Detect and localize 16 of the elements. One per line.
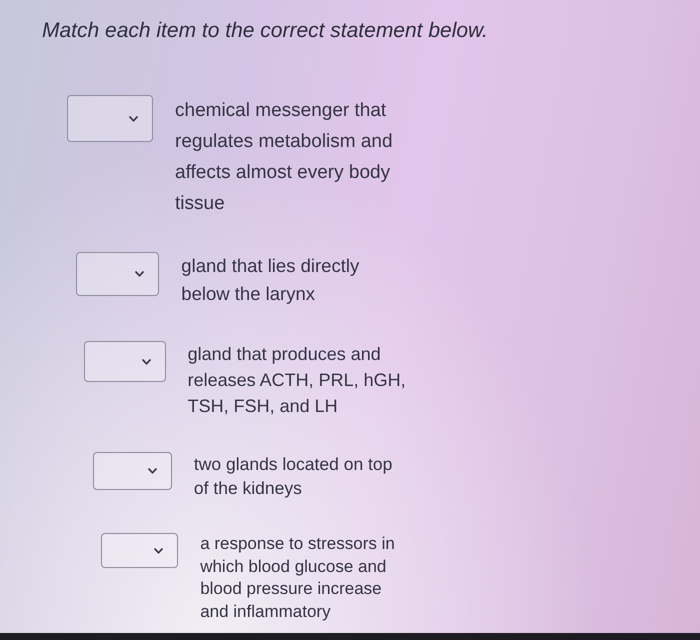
chevron-down-icon (129, 116, 138, 122)
answer-dropdown[interactable] (84, 341, 166, 382)
chevron-down-icon (135, 271, 144, 277)
chevron-down-icon (148, 468, 157, 474)
statement-text: gland that produces and releases ACTH, PRL, hGH, TSH, FSH, and LH (188, 343, 407, 418)
statement-text: two glands located on top of the kidneys (194, 453, 394, 500)
answer-dropdown[interactable] (76, 252, 160, 296)
chevron-down-icon (154, 548, 164, 554)
instruction-text: Match each item to the correct statement below. (41, 18, 488, 44)
statement-text: gland that lies directly below the larynx (181, 254, 360, 306)
answer-dropdown[interactable] (101, 533, 178, 568)
statement-text: chemical messenger that regulates metabolism and affects almost every body tissue (175, 99, 394, 216)
answer-dropdown[interactable] (92, 452, 172, 490)
statement-text: a response to stressors in which blood glucose and blood pressure increase and inflammatory (200, 533, 396, 622)
chevron-down-icon (142, 358, 151, 364)
answer-dropdown[interactable] (67, 95, 153, 142)
